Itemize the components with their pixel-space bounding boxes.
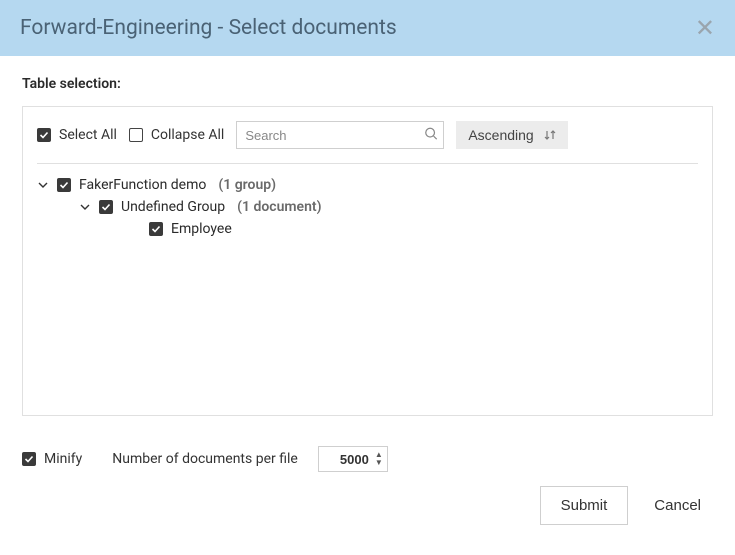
search-wrap <box>236 121 444 149</box>
select-all-control[interactable]: Select All <box>37 127 117 143</box>
tree-node-root: FakerFunction demo (1 group) <box>37 174 698 196</box>
tree-doc-label: Employee <box>171 221 232 237</box>
spinner: ▲ ▼ <box>373 448 385 470</box>
submit-button[interactable]: Submit <box>540 486 629 525</box>
section-label: Table selection: <box>22 76 713 92</box>
sort-icon <box>544 129 556 141</box>
tree-node-group: Undefined Group (1 document) <box>37 196 698 218</box>
collapse-all-checkbox[interactable] <box>129 128 143 142</box>
select-all-label: Select All <box>59 127 117 143</box>
spin-down-icon[interactable]: ▼ <box>373 459 385 467</box>
tree-root-count: (1 group) <box>218 177 276 193</box>
tree-root-label: FakerFunction demo <box>79 177 206 193</box>
footer-actions: Submit Cancel <box>22 486 713 525</box>
select-all-checkbox[interactable] <box>37 128 51 142</box>
tree-node-doc: Employee <box>37 218 698 240</box>
cancel-button[interactable]: Cancel <box>642 487 713 524</box>
toolbar: Select All Collapse All Ascending <box>37 121 698 163</box>
dialog-header: Forward-Engineering - Select documents ✕ <box>0 0 735 56</box>
per-file-label: Number of documents per file <box>112 451 298 467</box>
footer: Minify Number of documents per file ▲ ▼ … <box>0 426 735 541</box>
search-input[interactable] <box>236 121 444 149</box>
tree: FakerFunction demo (1 group) Undefined G… <box>37 163 698 415</box>
tree-group-checkbox[interactable] <box>99 200 113 214</box>
collapse-all-label: Collapse All <box>151 127 224 143</box>
table-panel: Select All Collapse All Ascending <box>22 106 713 416</box>
minify-label: Minify <box>44 451 82 467</box>
minify-checkbox[interactable] <box>22 452 36 466</box>
tree-doc-checkbox[interactable] <box>149 222 163 236</box>
sort-button[interactable]: Ascending <box>456 121 567 149</box>
footer-options: Minify Number of documents per file ▲ ▼ <box>22 436 713 486</box>
minify-control[interactable]: Minify <box>22 451 82 467</box>
sort-label: Ascending <box>468 127 533 143</box>
tree-group-label: Undefined Group <box>121 199 225 215</box>
dialog-title: Forward-Engineering - Select documents <box>20 16 397 40</box>
chevron-down-icon[interactable] <box>37 180 49 190</box>
collapse-all-control[interactable]: Collapse All <box>129 127 224 143</box>
chevron-down-icon[interactable] <box>79 202 91 212</box>
tree-root-checkbox[interactable] <box>57 178 71 192</box>
tree-group-count: (1 document) <box>237 199 321 215</box>
close-icon[interactable]: ✕ <box>695 16 715 40</box>
per-file-input-wrap: ▲ ▼ <box>318 446 388 472</box>
